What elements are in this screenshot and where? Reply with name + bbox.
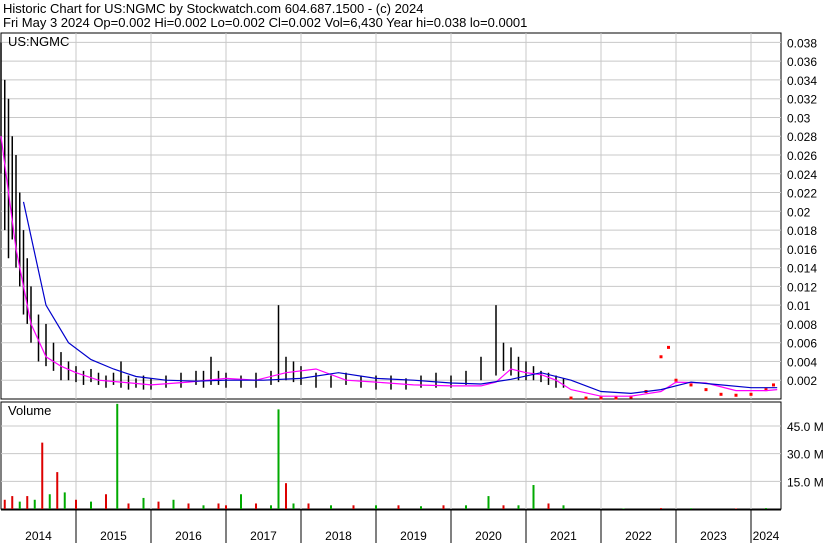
- price-y-tick-label: 0.006: [787, 337, 817, 351]
- price-point: [689, 383, 693, 387]
- x-tick-label: 2017: [250, 529, 277, 543]
- price-point: [749, 392, 753, 396]
- stock-chart: Historic Chart for US:NGMC by Stockwatch…: [0, 0, 830, 543]
- price-y-tick-label: 0.028: [787, 130, 817, 144]
- x-tick-label: 2024: [753, 529, 780, 543]
- price-point: [599, 396, 603, 400]
- price-y-tick-label: 0.032: [787, 93, 817, 107]
- price-panel: [0, 32, 782, 400]
- price-y-tick-label: 0.036: [787, 55, 817, 69]
- price-y-tick-label: 0.012: [787, 280, 817, 294]
- price-point: [734, 393, 738, 397]
- price-y-tick-label: 0.008: [787, 318, 817, 332]
- price-y-tick-label: 0.018: [787, 224, 817, 238]
- x-tick-label: 2023: [700, 529, 727, 543]
- x-tick-label: 2020: [475, 529, 502, 543]
- price-y-tick-label: 0.004: [787, 355, 817, 369]
- price-y-tick-label: 0.022: [787, 187, 817, 201]
- price-point: [772, 383, 775, 387]
- volume-panel-title: Volume: [8, 403, 51, 418]
- price-point: [704, 388, 708, 392]
- price-point: [667, 345, 670, 349]
- x-tick-label: 2019: [400, 529, 427, 543]
- price-y-tick-label: 0.038: [787, 36, 817, 50]
- x-tick-label: 2018: [325, 529, 352, 543]
- price-y-tick-label: 0.024: [787, 168, 817, 182]
- price-y-tick-label: 0.026: [787, 149, 817, 163]
- price-panel-title: US:NGMC: [8, 34, 69, 49]
- chart-canvas: Historic Chart for US:NGMC by Stockwatch…: [0, 1, 824, 543]
- price-y-tick-label: 0.03: [787, 111, 811, 125]
- volume-y-tick-label: 15.0 M: [787, 475, 824, 489]
- x-tick-label: 2014: [25, 529, 52, 543]
- price-y-tick-label: 0.02: [787, 205, 811, 219]
- price-point: [719, 392, 723, 396]
- price-y-tick-label: 0.002: [787, 374, 817, 388]
- x-tick-label: 2021: [550, 529, 577, 543]
- price-y-tick-label: 0.01: [787, 299, 811, 313]
- price-point: [569, 396, 573, 400]
- x-tick-label: 2022: [625, 529, 652, 543]
- price-point: [584, 396, 588, 400]
- volume-y-tick-label: 45.0 M: [787, 420, 824, 434]
- chart-header-quote: Fri May 3 2024 Op=0.002 Hi=0.002 Lo=0.00…: [3, 15, 527, 30]
- price-point: [659, 355, 663, 359]
- price-y-tick-label: 0.034: [787, 74, 817, 88]
- x-tick-label: 2016: [175, 529, 202, 543]
- price-point: [614, 396, 618, 400]
- price-y-tick-label: 0.016: [787, 243, 817, 257]
- price-point: [674, 378, 678, 382]
- chart-header-title: Historic Chart for US:NGMC by Stockwatch…: [3, 1, 424, 16]
- price-y-tick-label: 0.014: [787, 262, 817, 276]
- volume-y-tick-label: 30.0 M: [787, 448, 824, 462]
- x-tick-label: 2015: [100, 529, 127, 543]
